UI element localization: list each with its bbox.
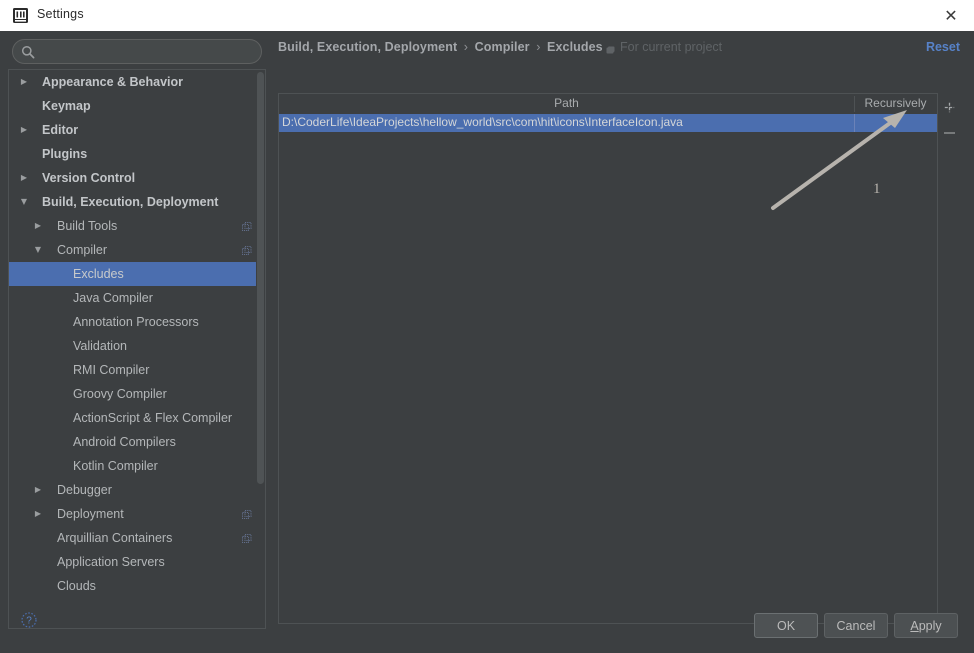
- config-badge-icon: [242, 245, 252, 255]
- annotation-number: 1: [873, 181, 881, 198]
- sidebar-item-label: ActionScript & Flex Compiler: [73, 411, 232, 425]
- sidebar-item-rmi-compiler[interactable]: RMI Compiler: [9, 358, 265, 382]
- sidebar-item-label: Keymap: [42, 99, 91, 113]
- sidebar-item-label: Version Control: [42, 171, 135, 185]
- sidebar-item-java-compiler[interactable]: Java Compiler: [9, 286, 265, 310]
- cell-path[interactable]: D:\CoderLife\IdeaProjects\hellow_world\s…: [282, 115, 852, 129]
- table-header: Path Recursively: [279, 94, 937, 115]
- settings-tree[interactable]: ▶ Appearance & Behavior Keymap ▶ Editor Plugi…: [8, 69, 266, 629]
- search-box[interactable]: [12, 39, 262, 64]
- remove-row-button[interactable]: [938, 123, 960, 145]
- sidebar-item-label: Groovy Compiler: [73, 387, 167, 401]
- sidebar-item-label: Appearance & Behavior: [42, 75, 183, 89]
- sidebar-scrollbar-thumb[interactable]: [257, 72, 264, 484]
- excludes-table[interactable]: Path Recursively D:\CoderLife\IdeaProjec…: [278, 93, 938, 624]
- sidebar-item-clouds[interactable]: Clouds: [9, 574, 265, 598]
- help-question-icon[interactable]: ?: [21, 612, 37, 628]
- sidebar-item-label: RMI Compiler: [73, 363, 149, 377]
- settings-window: Settings ✕ ▶Appearance & BehaviorKeymap▶…: [0, 0, 974, 653]
- sidebar-item-debugger[interactable]: ▶ Debugger: [9, 478, 265, 502]
- sidebar-item-label: Editor: [42, 123, 78, 137]
- sidebar-item-label: Excludes: [73, 267, 124, 281]
- apply-label: Apply: [910, 619, 941, 633]
- sidebar-item-groovy-compiler[interactable]: Groovy Compiler: [9, 382, 265, 406]
- sidebar-item-appearance-behavior[interactable]: ▶ Appearance & Behavior: [9, 70, 265, 94]
- search-input[interactable]: [41, 43, 255, 62]
- sidebar-item-keymap[interactable]: Keymap: [9, 94, 265, 118]
- sidebar-item-validation[interactable]: Validation: [9, 334, 265, 358]
- sidebar-item-arquillian-containers[interactable]: Arquillian Containers: [9, 526, 265, 550]
- sidebar-item-label: Build, Execution, Deployment: [42, 195, 218, 209]
- chevron-right-icon[interactable]: ▶: [19, 77, 29, 87]
- sidebar-item-android-compilers[interactable]: Android Compilers: [9, 430, 265, 454]
- column-header-recursively[interactable]: Recursively: [854, 96, 937, 110]
- chevron-right-icon[interactable]: ▶: [33, 485, 43, 495]
- ok-button[interactable]: OK: [754, 613, 818, 638]
- sidebar-item-label: Build Tools: [57, 219, 117, 233]
- minus-icon: [943, 125, 956, 143]
- sidebar-item-annotation-processors[interactable]: Annotation Processors: [9, 310, 265, 334]
- reset-link[interactable]: Reset: [926, 40, 960, 54]
- chevron-right-icon[interactable]: ▶: [33, 509, 43, 519]
- sidebar-item-label: Arquillian Containers: [57, 531, 172, 545]
- sidebar-item-label: Compiler: [57, 243, 107, 257]
- config-badge-icon: [242, 221, 252, 231]
- config-badge-icon: [242, 509, 252, 519]
- sidebar-item-label: Kotlin Compiler: [73, 459, 158, 473]
- tree-root: ▶ Appearance & Behavior Keymap ▶ Editor Plugi…: [9, 70, 265, 598]
- sidebar-item-application-servers[interactable]: Application Servers: [9, 550, 265, 574]
- sidebar-item-label: Debugger: [57, 483, 112, 497]
- sidebar-item-label: Clouds: [57, 579, 96, 593]
- sidebar-item-label: Java Compiler: [73, 291, 153, 305]
- chevron-right-icon[interactable]: ▶: [19, 173, 29, 183]
- window-title: Settings: [37, 7, 84, 21]
- chevron-down-icon[interactable]: ▼: [33, 245, 43, 255]
- breadcrumb: Build, Execution, Deployment › Compiler …: [278, 40, 603, 54]
- idea-settings-icon: [12, 7, 29, 24]
- plus-icon: [944, 100, 955, 118]
- sidebar-item-deployment[interactable]: ▶ Deployment: [9, 502, 265, 526]
- column-header-path[interactable]: Path: [279, 96, 854, 110]
- config-badge-icon: [242, 533, 252, 543]
- apply-button[interactable]: Apply: [894, 613, 958, 638]
- sidebar-item-actionscript-flex-compiler[interactable]: ActionScript & Flex Compiler: [9, 406, 265, 430]
- sidebar-item-plugins[interactable]: Plugins: [9, 142, 265, 166]
- settings-content: ▶ Appearance & Behavior Keymap ▶ Editor Plugi…: [0, 31, 974, 653]
- breadcrumb-separator-0: ›: [461, 40, 471, 54]
- sidebar-item-excludes[interactable]: Excludes: [9, 262, 265, 286]
- sidebar-item-editor[interactable]: ▶ Editor: [9, 118, 265, 142]
- sidebar-item-compiler[interactable]: ▼ Compiler: [9, 238, 265, 262]
- project-scope-icon: [606, 42, 615, 51]
- sidebar-item-kotlin-compiler[interactable]: Kotlin Compiler: [9, 454, 265, 478]
- sidebar-scrollbar-track[interactable]: [256, 70, 265, 628]
- table-row[interactable]: D:\CoderLife\IdeaProjects\hellow_world\s…: [279, 114, 937, 132]
- sidebar-item-label: Application Servers: [57, 555, 165, 569]
- sidebar-item-label: Deployment: [57, 507, 124, 521]
- search-icon: [21, 45, 35, 59]
- scope-label: For current project: [620, 40, 722, 54]
- sidebar-item-label: Annotation Processors: [73, 315, 199, 329]
- sidebar-item-version-control[interactable]: ▶ Version Control: [9, 166, 265, 190]
- breadcrumb-separator-1: ›: [533, 40, 543, 54]
- cancel-button[interactable]: Cancel: [824, 613, 888, 638]
- svg-text:?: ?: [26, 616, 32, 627]
- close-icon[interactable]: ✕: [928, 0, 974, 31]
- sidebar-item-label: Validation: [73, 339, 127, 353]
- breadcrumb-part-0[interactable]: Build, Execution, Deployment: [278, 40, 457, 54]
- sidebar-item-build-tools[interactable]: ▶ Build Tools: [9, 214, 265, 238]
- cell-divider: [854, 114, 855, 132]
- sidebar-item-label: Android Compilers: [73, 435, 176, 449]
- sidebar-item-label: Plugins: [42, 147, 87, 161]
- chevron-right-icon[interactable]: ▶: [19, 125, 29, 135]
- breadcrumb-part-2[interactable]: Excludes: [547, 40, 603, 54]
- add-row-button[interactable]: [938, 98, 960, 120]
- sidebar-item-build-execution-deployment[interactable]: ▼ Build, Execution, Deployment: [9, 190, 265, 214]
- breadcrumb-part-1[interactable]: Compiler: [475, 40, 530, 54]
- chevron-right-icon[interactable]: ▶: [33, 221, 43, 231]
- title-bar: Settings ✕: [0, 0, 974, 32]
- chevron-down-icon[interactable]: ▼: [19, 197, 29, 207]
